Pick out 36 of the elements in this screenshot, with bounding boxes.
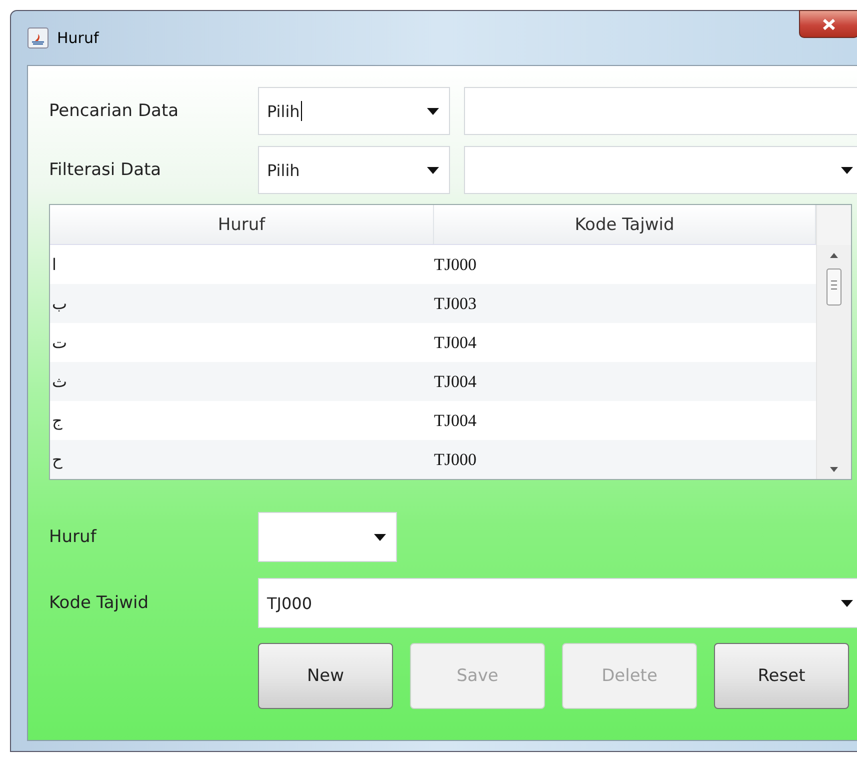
table-cell-text: ج xyxy=(51,411,62,430)
table-cell: TJ000 xyxy=(434,254,476,274)
kode-tajwid-combo-box[interactable]: TJ000 xyxy=(258,578,857,628)
close-icon xyxy=(821,18,837,30)
action-button[interactable]: Reset xyxy=(714,643,849,709)
dropdown-arrow-icon xyxy=(841,600,853,606)
field-label: Kode Tajwid xyxy=(49,593,150,613)
table-cell: TJ004 xyxy=(434,332,476,352)
scrollbar-thumb[interactable] xyxy=(826,268,842,306)
java-app-icon xyxy=(27,27,49,49)
dropdown-arrow-icon xyxy=(427,108,439,114)
action-button[interactable]: New xyxy=(258,643,393,709)
table-cell-text: ا xyxy=(51,255,56,274)
scroll-down-icon[interactable] xyxy=(830,467,838,472)
dropdown-arrow-icon xyxy=(841,166,853,174)
table-cell-text: ب xyxy=(51,294,67,313)
close-button[interactable] xyxy=(799,10,857,38)
field-label: Filterasi Data xyxy=(49,160,162,180)
field-label: Huruf xyxy=(49,527,98,547)
scroll-up-icon[interactable] xyxy=(830,253,838,258)
vertical-scrollbar[interactable] xyxy=(816,205,851,479)
table-cell-text: ح xyxy=(51,450,62,469)
table-cell: TJ003 xyxy=(434,294,476,314)
column-header[interactable]: Huruf xyxy=(50,205,434,244)
table-cell: TJ004 xyxy=(434,410,476,430)
filter-combo-box[interactable]: Pilih xyxy=(258,146,450,194)
table-cell-text: ت xyxy=(51,333,67,352)
dropdown-arrow-icon xyxy=(427,166,439,174)
table-cell: TJ000 xyxy=(434,450,476,470)
table-cell-text: ث xyxy=(51,372,67,391)
window-title: Huruf xyxy=(57,29,99,47)
input-field[interactable] xyxy=(464,87,857,135)
dropdown-arrow-icon xyxy=(374,534,386,540)
search-combo-box[interactable]: Pilih xyxy=(258,87,450,135)
table-cell: TJ004 xyxy=(434,372,476,392)
field-label: Pencarian Data xyxy=(49,101,180,121)
